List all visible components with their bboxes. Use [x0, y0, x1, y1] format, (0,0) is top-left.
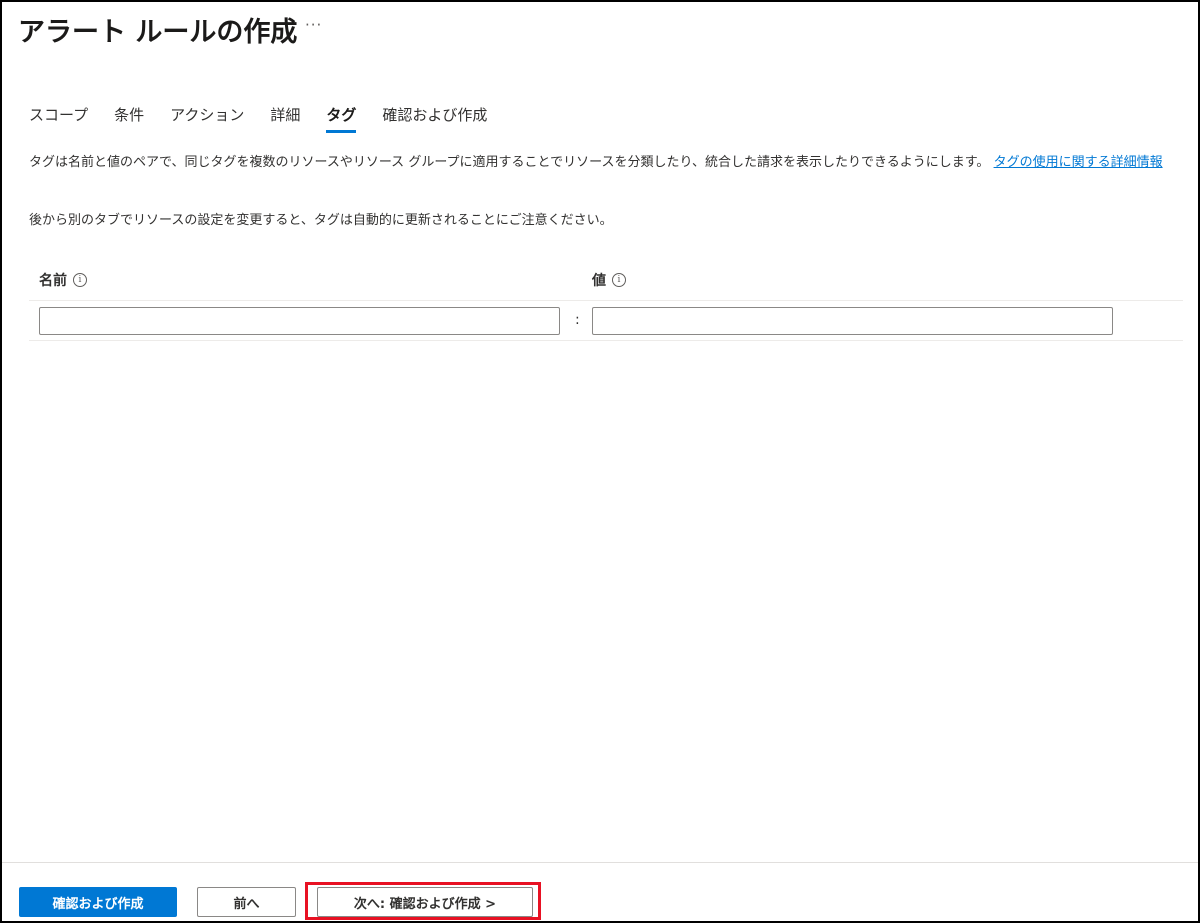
value-column-header: 値 i [592, 270, 626, 290]
tags-description-text: タグは名前と値のペアで、同じタグを複数のリソースやリソース グループに適用するこ… [29, 155, 990, 170]
more-options-button[interactable]: ··· [305, 16, 322, 34]
review-create-button[interactable]: 確認および作成 [19, 887, 177, 917]
value-column-label: 値 [592, 273, 606, 289]
alert-rule-create-panel: アラート ルールの作成 ··· スコープ 条件 アクション 詳細 タグ 確認およ… [0, 0, 1200, 923]
table-row-divider [29, 340, 1183, 341]
name-value-separator: : [575, 312, 580, 328]
info-icon[interactable]: i [73, 273, 87, 287]
previous-button[interactable]: 前へ [197, 887, 296, 917]
learn-more-link[interactable]: タグの使用に関する詳細情報 [994, 155, 1163, 170]
tab-details[interactable]: 詳細 [270, 104, 300, 133]
tags-description: タグは名前と値のペアで、同じタグを複数のリソースやリソース グループに適用するこ… [29, 153, 1181, 173]
tab-review-create[interactable]: 確認および作成 [382, 104, 487, 133]
tab-tags[interactable]: タグ [326, 104, 357, 133]
table-header-divider [29, 300, 1183, 301]
tab-actions[interactable]: アクション [170, 104, 244, 133]
next-review-create-button[interactable]: 次へ: 確認および作成 > [317, 887, 533, 917]
name-column-label: 名前 [39, 273, 67, 289]
wizard-tabs: スコープ 条件 アクション 詳細 タグ 確認および作成 [29, 104, 513, 133]
page-title: アラート ルールの作成 [18, 17, 298, 48]
name-column-header: 名前 i [39, 270, 87, 290]
tag-value-input[interactable] [592, 307, 1113, 335]
tab-condition[interactable]: 条件 [114, 104, 144, 133]
tag-name-input[interactable] [39, 307, 560, 335]
tags-notice: 後から別のタブでリソースの設定を変更すると、タグは自動的に更新されることにご注意… [29, 213, 613, 228]
info-icon[interactable]: i [612, 273, 626, 287]
tab-scope[interactable]: スコープ [29, 104, 88, 133]
footer-divider [2, 862, 1198, 863]
